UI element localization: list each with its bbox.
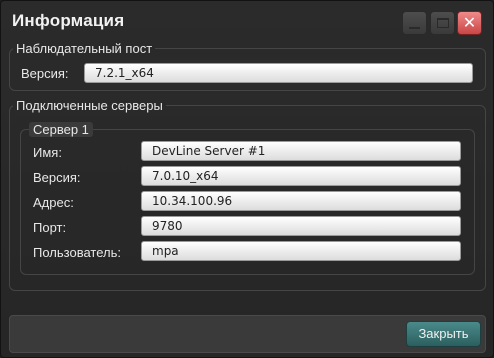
server-name-field[interactable]: DevLine Server #1 — [141, 141, 461, 161]
window-title: Информация — [12, 11, 125, 30]
post-version-label: Версия: — [21, 66, 69, 81]
title-bar[interactable]: Информация ✕ — [1, 1, 493, 41]
server-port-label: Порт: — [33, 220, 67, 235]
maximize-icon — [436, 18, 449, 28]
server-user-field[interactable]: mpa — [141, 241, 461, 261]
server-name-label: Имя: — [33, 145, 62, 160]
close-button[interactable]: Закрыть — [406, 321, 481, 347]
close-icon: ✕ — [462, 13, 477, 32]
server-address-field[interactable]: 10.34.100.96 — [141, 191, 461, 211]
info-dialog: Информация ✕ Наблюдательный пост Версия:… — [0, 0, 494, 358]
server-user-label: Пользователь: — [33, 245, 121, 260]
minimize-button[interactable] — [402, 11, 427, 35]
post-version-field[interactable]: 7.2.1_x64 — [84, 63, 473, 83]
server-1-legend: Сервер 1 — [29, 122, 93, 137]
connected-servers-legend: Подключенные серверы — [16, 98, 163, 113]
server-address-label: Адрес: — [33, 195, 74, 210]
close-window-button[interactable]: ✕ — [457, 11, 482, 35]
server-version-field[interactable]: 7.0.10_x64 — [141, 166, 461, 186]
observation-post-legend: Наблюдательный пост — [16, 41, 153, 56]
maximize-button[interactable] — [430, 11, 455, 35]
minimize-icon — [409, 27, 420, 29]
server-port-field[interactable]: 9780 — [141, 216, 461, 236]
server-version-label: Версия: — [33, 170, 81, 185]
